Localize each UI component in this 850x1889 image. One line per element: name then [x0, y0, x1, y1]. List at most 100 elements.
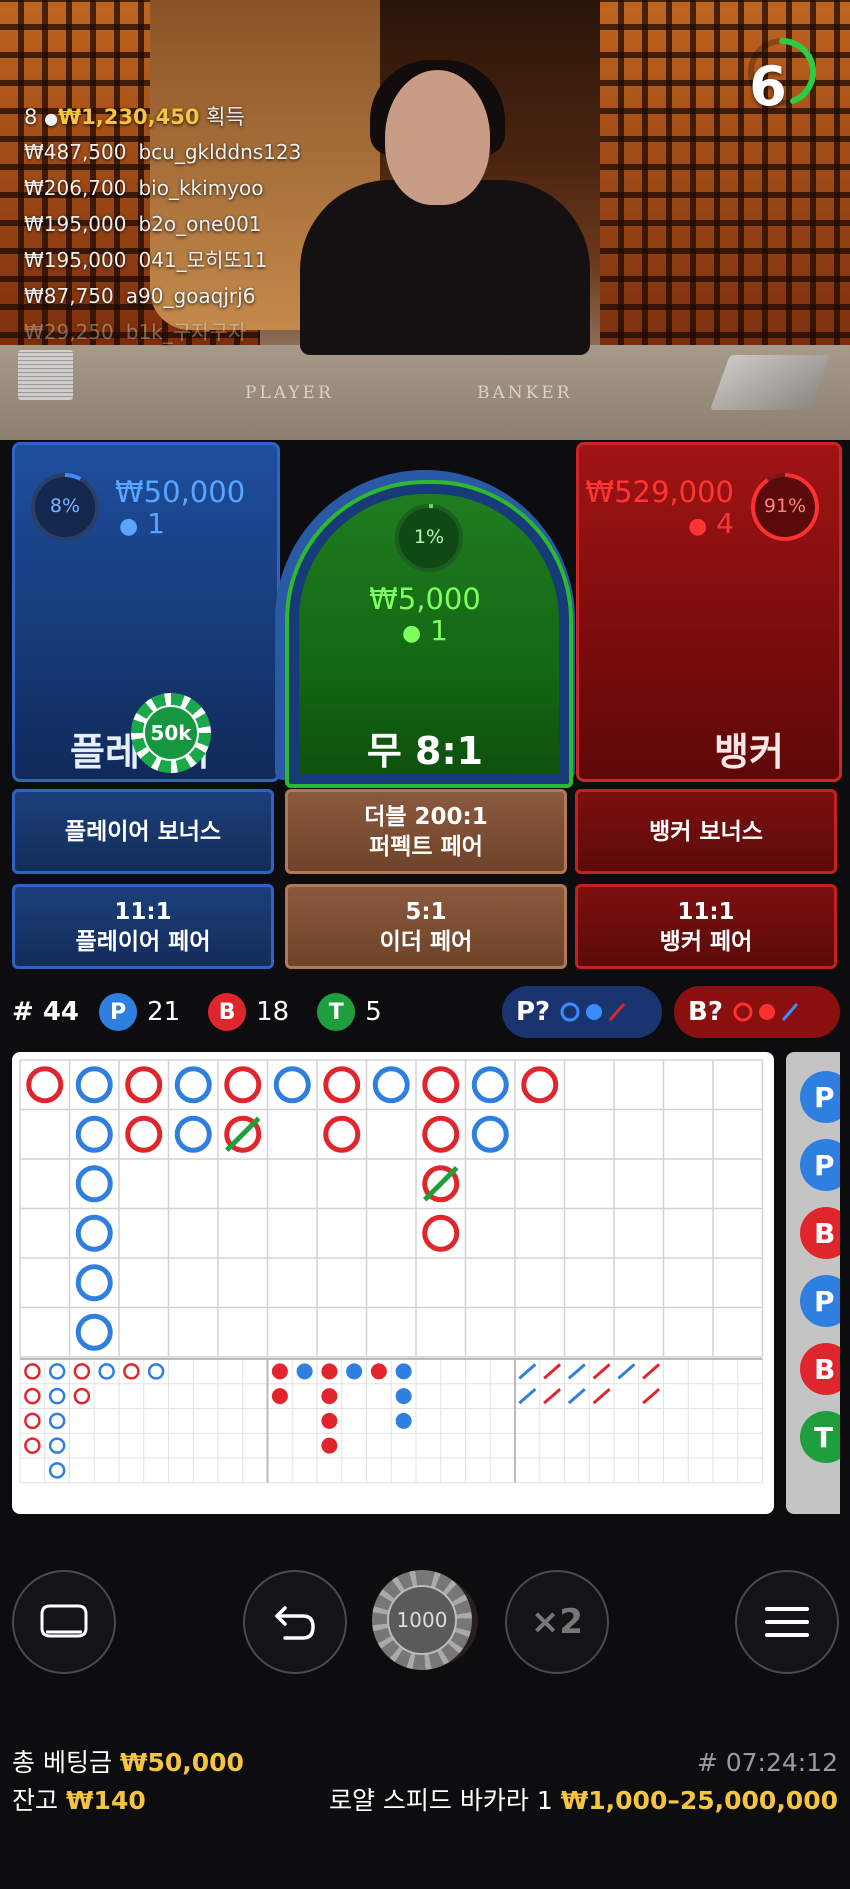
felt-banker-label: BANKER: [477, 383, 573, 403]
perfect-pair-label: 퍼펙트 페어: [369, 833, 483, 860]
player-bonus-button[interactable]: 플레이어 보너스: [12, 789, 274, 874]
roadmap-player-mark: [75, 1214, 113, 1252]
winner-amount: ₩487,500: [24, 140, 127, 164]
small-road-mark: [370, 1363, 387, 1380]
double-bet-button[interactable]: ×2: [505, 1570, 609, 1674]
roadmap-player-mark: [75, 1066, 113, 1104]
tie-wins-badge: T: [317, 993, 356, 1031]
winner-user: b1k_구자구자: [125, 320, 247, 344]
cockroach-road-mark: [642, 1387, 661, 1405]
winners-summary: 8 ●₩1,230,450 획득: [24, 100, 301, 134]
winner-user: bio_kkimyoo: [138, 176, 264, 200]
cockroach-road-mark: [567, 1363, 586, 1380]
side-bead-label: P: [814, 1285, 835, 1318]
round-number: # 44: [12, 997, 80, 1027]
predict-player-icons: [560, 1002, 626, 1022]
roadmap-player-mark: [75, 1115, 113, 1153]
side-bead-label: B: [814, 1217, 835, 1250]
winner-row: ₩87,750 a90_goaqjrj6: [24, 278, 301, 314]
chip-selector[interactable]: 1000: [358, 1570, 488, 1670]
big-eye-road-mark: [73, 1387, 91, 1405]
perfect-pair-button[interactable]: 더블 200:1 퍼펙트 페어: [285, 789, 567, 874]
cockroach-road-mark: [592, 1363, 611, 1380]
tie-label: 무 8:1: [366, 729, 484, 773]
table-view-button[interactable]: [12, 1570, 116, 1674]
undo-button[interactable]: [243, 1570, 347, 1674]
small-road-mark: [321, 1412, 338, 1429]
cockroach-road-mark: [592, 1387, 611, 1405]
side-bead-label: P: [814, 1081, 835, 1114]
big-eye-road-mark: [24, 1412, 41, 1430]
roadmap-banker-mark: [323, 1115, 361, 1153]
big-eye-road-mark: [98, 1363, 115, 1380]
menu-button[interactable]: [735, 1570, 839, 1674]
dealer-body: [300, 180, 590, 355]
dealer-head: [385, 70, 490, 205]
card-shoe: [709, 355, 831, 410]
banker-pair-odds: 11:1: [677, 898, 735, 925]
big-eye-road-mark: [48, 1462, 66, 1479]
either-pair-button[interactable]: 5:1 이더 페어: [285, 884, 567, 969]
banker-wins-count: 18: [256, 997, 290, 1027]
big-eye-road-mark: [147, 1363, 165, 1380]
big-eye-road-mark: [48, 1363, 66, 1380]
winners-total: ₩1,230,450: [58, 105, 200, 129]
banker-wins-badge: B: [208, 993, 247, 1031]
cockroach-road-mark: [642, 1363, 661, 1380]
total-bet-label: 총 베팅금: [12, 1748, 112, 1777]
cockroach-road-mark: [567, 1387, 586, 1405]
tie-bet-spot[interactable]: 1% ₩5,000 ● 1 무 8:1: [285, 480, 573, 788]
roadmap-player-mark: [75, 1313, 113, 1351]
winner-row: ₩195,000 041_모히또11: [24, 242, 301, 278]
player-bet-amount: ₩50,000: [115, 475, 246, 509]
person-icon: ●: [402, 621, 422, 646]
hamburger-menu-icon: [765, 1607, 809, 1637]
person-icon: ●: [44, 109, 59, 128]
placed-chip: 50k: [131, 693, 211, 773]
placed-chip-value: 50k: [143, 705, 199, 761]
small-road-mark: [271, 1363, 288, 1380]
table-info-row: 로얄 스피드 바카라 1 ₩1,000–25,000,000: [329, 1782, 838, 1820]
big-eye-road-mark: [48, 1412, 66, 1430]
selected-chip[interactable]: 1000: [372, 1570, 472, 1670]
roadmap-player-mark: [471, 1115, 509, 1153]
player-bettors: ● 1: [119, 507, 165, 540]
table-view-icon: [40, 1604, 88, 1638]
roadmap-banker-mark: [125, 1115, 163, 1153]
predict-banker-button[interactable]: B?: [674, 986, 840, 1038]
banker-label: 뱅커: [714, 730, 784, 774]
winner-user: 041_모히또11: [138, 248, 268, 272]
round-stats: # 44 P 21 B 18 T 5: [12, 992, 382, 1032]
side-bead-label: T: [814, 1421, 833, 1454]
winner-row: ₩195,000 b2o_one001: [24, 206, 301, 242]
winner-amount: ₩206,700: [24, 176, 127, 200]
cockroach-road-mark: [617, 1363, 636, 1380]
tie-bettors: ● 1: [289, 614, 561, 647]
roadmap-player-mark: [372, 1066, 410, 1104]
scoreboard-roadmap[interactable]: [12, 1052, 774, 1514]
roadmap-banker-mark: [521, 1066, 559, 1104]
small-road-mark: [346, 1363, 363, 1380]
roadmap-player-mark: [75, 1264, 113, 1302]
tie-bettors-count: 1: [430, 614, 448, 647]
player-bet-spot[interactable]: 8% ₩50,000 ● 1 플레이어 50k: [12, 442, 280, 782]
player-bonus-label: 플레이어 보너스: [64, 818, 222, 845]
cockroach-road-mark: [543, 1363, 562, 1380]
predict-banker-icons: [733, 1002, 799, 1022]
banker-pair-button[interactable]: 11:1 뱅커 페어: [575, 884, 837, 969]
banker-bonus-button[interactable]: 뱅커 보너스: [575, 789, 837, 874]
banker-bet-spot[interactable]: 91% ₩529,000 ● 4 뱅커: [576, 442, 842, 782]
small-road-mark: [321, 1388, 338, 1405]
small-road-mark: [395, 1388, 412, 1405]
small-road-mark: [296, 1363, 313, 1380]
tie-bet-amount: ₩5,000: [369, 582, 481, 616]
player-wins-badge: P: [99, 993, 138, 1031]
roadmap-player-mark: [174, 1066, 212, 1104]
winner-row: ₩206,700 bio_kkimyoo: [24, 170, 301, 206]
double-bet-label: ×2: [530, 1602, 584, 1642]
big-eye-road-mark: [123, 1363, 140, 1380]
predict-player-button[interactable]: P?: [502, 986, 662, 1038]
small-road-mark: [271, 1388, 288, 1405]
bead-road-side[interactable]: P P B P B T: [786, 1052, 840, 1514]
player-pair-button[interactable]: 11:1 플레이어 페어: [12, 884, 274, 969]
